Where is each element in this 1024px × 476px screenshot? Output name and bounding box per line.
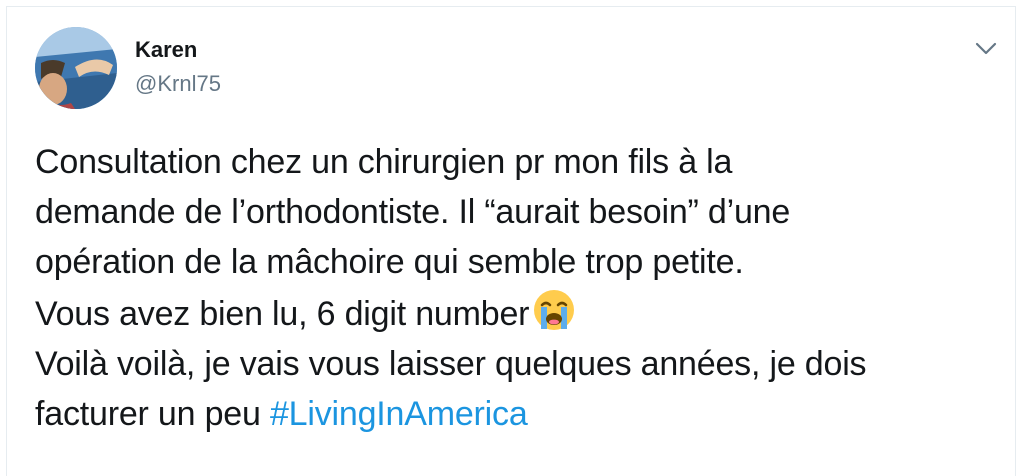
loudly-crying-face-icon [531,287,577,333]
tweet-line: demande de l’orthodontiste. Il “aurait b… [35,193,791,231]
tweet-line: opération de la mâchoire qui semble trop… [35,243,744,281]
tweet-line: Consultation chez un chirurgien pr mon f… [35,143,733,181]
tweet-text: Consultation chez un chirurgien pr mon f… [35,137,1010,439]
tweet-line-with-hashtag: facturer un peu #LivingInAmerica [35,389,1010,439]
author-name[interactable]: Karen [135,37,197,63]
tweet-line: Voilà voilà, je vais vous laisser quelqu… [35,345,867,383]
tweet-line-text: facturer un peu [35,395,270,433]
tweet-line-with-emoji: Vous avez bien lu, 6 digit number [35,287,1010,339]
chevron-down-icon[interactable] [972,37,1000,61]
author-handle[interactable]: @Krnl75 [135,71,221,97]
tweet-card[interactable]: Karen @Krnl75 Consultation chez un chiru… [6,6,1016,476]
avatar-image [35,27,117,109]
tweet-line-text: Vous avez bien lu, 6 digit number [35,295,530,333]
hashtag-link[interactable]: #LivingInAmerica [270,395,528,433]
avatar[interactable] [35,27,117,109]
